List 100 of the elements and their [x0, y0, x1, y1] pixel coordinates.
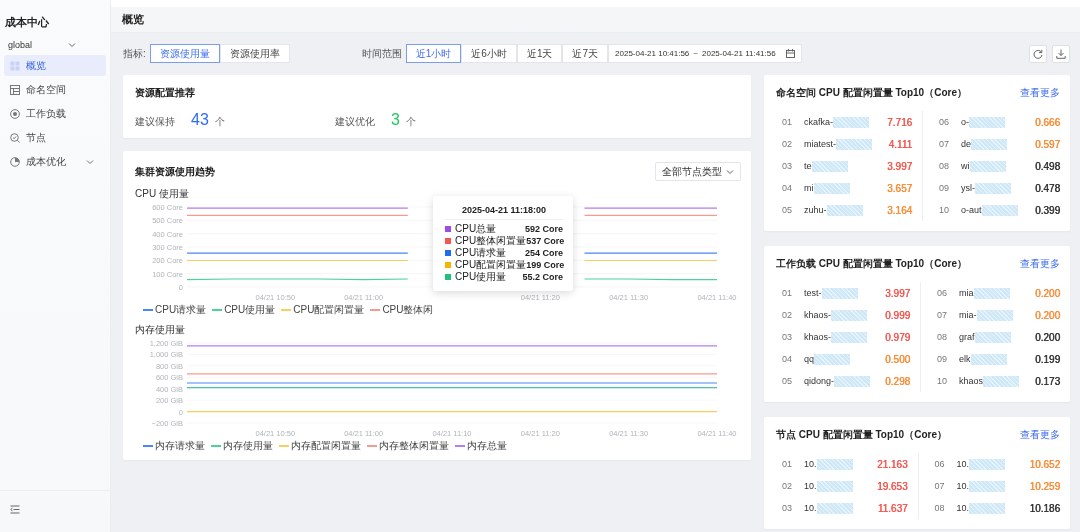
- nav-item[interactable]: 节点: [4, 127, 106, 148]
- item-value: 0.298: [884, 375, 911, 387]
- legend-label[interactable]: CPU配置闲置量: [293, 303, 365, 317]
- nav-item[interactable]: 命名空间: [4, 79, 106, 100]
- magnifier-icon: [10, 132, 20, 143]
- item-value: 10.259: [1028, 480, 1060, 492]
- rank-number: 06: [938, 117, 951, 127]
- item-value: 11.637: [876, 502, 908, 514]
- stat-value: 3: [391, 111, 400, 129]
- legend-label[interactable]: CPU使用量: [224, 303, 276, 317]
- node-type-dropdown[interactable]: 全部节点类型: [655, 162, 741, 181]
- item-name: de: [961, 139, 972, 149]
- view-more-link[interactable]: 查看更多: [1020, 257, 1060, 271]
- item-value: 19.653: [875, 480, 908, 492]
- item-name: o-aut: [961, 205, 982, 215]
- item-value: 3.164: [886, 204, 912, 216]
- rank-number: 05: [781, 376, 793, 386]
- item-name: graf: [959, 332, 975, 342]
- legend-label[interactable]: CPU整体闲: [382, 303, 434, 317]
- card-title: 资源配置推荐: [135, 86, 196, 100]
- app-title: 成本中心: [4, 15, 50, 30]
- item-value: 10.652: [1028, 458, 1060, 470]
- nav-item[interactable]: 概览: [4, 55, 106, 76]
- grid-icon: [10, 60, 20, 71]
- legend-label[interactable]: 内存请求量: [155, 439, 205, 453]
- item-name: 10.: [804, 459, 817, 469]
- stat-unit: 个: [214, 115, 225, 129]
- table-icon: [10, 84, 20, 95]
- cluster-select[interactable]: global: [4, 35, 106, 55]
- item-name: 10.: [956, 459, 969, 469]
- item-value: 0.498: [1033, 160, 1060, 172]
- item-value: 3.657: [886, 182, 912, 194]
- card-title: 集群资源使用趋势: [135, 164, 215, 179]
- rank-number: 04: [781, 354, 793, 364]
- segment-tab[interactable]: 近1小时: [405, 44, 462, 63]
- tooltip-value: 537 Core: [526, 236, 565, 246]
- item-name: 10.: [956, 481, 969, 491]
- stat-label: 建议优化: [335, 115, 375, 129]
- card-title: 工作负载 CPU 配置闲置量 Top10（Core）: [776, 257, 967, 271]
- legend-label[interactable]: 内存总量: [467, 439, 507, 453]
- rank-number: 10: [938, 205, 951, 215]
- refresh-button[interactable]: [1029, 44, 1047, 63]
- item-value: 0.979: [884, 331, 911, 343]
- item-value: 0.478: [1033, 182, 1060, 194]
- legend-label[interactable]: 内存整体闲置量: [379, 439, 449, 453]
- rank-number: 01: [781, 117, 793, 127]
- tooltip-value: 199 Core: [526, 260, 565, 270]
- segment-tab[interactable]: 近7天: [562, 44, 609, 63]
- date-range-field[interactable]: 2025-04-21 10:41:56 ~ 2025-04-21 11:41:56: [608, 44, 802, 63]
- view-more-link[interactable]: 查看更多: [1020, 86, 1060, 100]
- tooltip-title: 2025-04-21 11:18:00: [445, 205, 563, 220]
- segment-tab[interactable]: 近1天: [516, 44, 563, 63]
- item-name: 10.: [956, 503, 969, 513]
- time-range-label: 时间范围: [361, 46, 402, 61]
- item-value: 7.716: [886, 116, 912, 128]
- tooltip-value: 55.2 Core: [522, 272, 563, 282]
- rank-number: 07: [933, 481, 946, 491]
- card-title: 命名空间 CPU 配置闲置量 Top10（Core）: [776, 86, 967, 100]
- rank-number: 09: [938, 183, 951, 193]
- item-value: 4.111: [887, 138, 912, 150]
- rank-number: 03: [781, 332, 793, 342]
- chevron-down-icon: [86, 158, 94, 165]
- nav-item[interactable]: 工作负载: [4, 103, 106, 124]
- download-button[interactable]: [1052, 44, 1070, 63]
- legend-label[interactable]: 内存使用量: [223, 439, 273, 453]
- rank-number: 08: [936, 332, 949, 342]
- tooltip-value: 592 Core: [524, 224, 563, 234]
- stat-value: 43: [191, 111, 209, 129]
- chevron-down-icon: [726, 168, 734, 175]
- item-value: 3.997: [884, 287, 911, 299]
- rank-number: 04: [781, 183, 793, 193]
- item-name: ckafka-: [804, 117, 833, 127]
- segment-tab[interactable]: 近6小时: [461, 44, 517, 63]
- rank-number: 06: [936, 288, 949, 298]
- rank-number: 08: [933, 503, 946, 513]
- segment-tab[interactable]: 资源使用量: [149, 44, 220, 63]
- item-name: te: [804, 161, 812, 171]
- view-more-link[interactable]: 查看更多: [1020, 428, 1060, 442]
- item-name: mia: [959, 288, 974, 298]
- item-name: khaos: [959, 376, 984, 386]
- item-value: 0.199: [1033, 353, 1060, 365]
- item-value: 0.200: [1033, 287, 1060, 299]
- item-name: miatest-: [804, 139, 836, 149]
- chevron-down-icon: [68, 42, 76, 48]
- rank-number: 10: [936, 376, 949, 386]
- nav-item[interactable]: 成本优化: [4, 151, 106, 172]
- legend-label[interactable]: CPU请求量: [155, 303, 207, 317]
- legend-label[interactable]: 内存配置闲置量: [291, 439, 361, 453]
- stat-label: 建议保持: [135, 115, 175, 129]
- item-name: test-: [804, 288, 822, 298]
- item-name: khaos-: [804, 310, 831, 320]
- rank-number: 01: [781, 459, 793, 469]
- item-value: 0.173: [1033, 375, 1060, 387]
- item-value: 0.399: [1033, 204, 1060, 216]
- item-value: 0.200: [1033, 309, 1060, 321]
- item-name: o-: [961, 117, 970, 127]
- rank-number: 08: [938, 161, 951, 171]
- segment-tab[interactable]: 资源使用率: [219, 44, 290, 63]
- item-name: elk: [959, 354, 971, 364]
- card-title: 节点 CPU 配置闲置量 Top10（Core）: [776, 428, 947, 442]
